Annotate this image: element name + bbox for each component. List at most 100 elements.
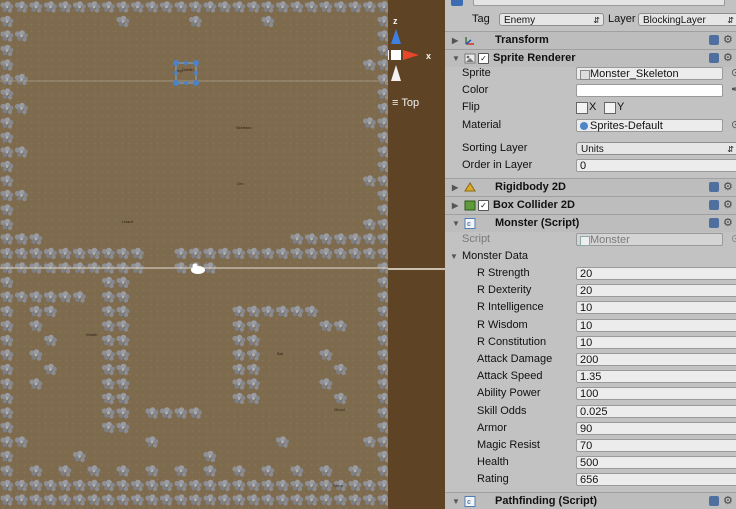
sprite-field[interactable]: Monster_Skeleton — [576, 67, 723, 80]
monster-field-row: Ability Power 100 — [445, 385, 736, 402]
monster-field-input[interactable]: 200 — [576, 353, 736, 366]
rock-tile — [72, 247, 86, 260]
collapse-triangle-icon[interactable]: ▶ — [452, 197, 458, 214]
color-swatch[interactable] — [576, 84, 723, 97]
help-book-icon[interactable] — [709, 35, 719, 45]
rock-tile — [0, 175, 14, 187]
rock-tile — [29, 320, 43, 332]
help-book-icon[interactable] — [709, 200, 719, 210]
monster-field-label: R Dexterity — [477, 284, 532, 297]
box-collider-enabled-checkbox[interactable]: ✓ — [478, 200, 489, 211]
expand-triangle-icon[interactable]: ▼ — [452, 215, 460, 232]
rock-tile — [319, 1, 333, 13]
rock-tile — [261, 305, 275, 318]
gear-icon[interactable]: ⚙ — [723, 32, 733, 49]
rock-tile — [304, 479, 318, 492]
rock-tile — [14, 30, 28, 42]
rock-tile — [116, 479, 130, 492]
rock-tile — [14, 146, 28, 158]
object-picker-icon[interactable]: ⊙ — [731, 65, 736, 82]
expand-triangle-icon[interactable]: ▼ — [450, 248, 458, 265]
orientation-gizmo[interactable]: z x — [388, 0, 445, 100]
monster-field-input[interactable]: 0.025 — [576, 404, 736, 418]
rock-tile — [362, 436, 376, 448]
material-asset-icon — [580, 122, 588, 130]
rock-tile — [58, 494, 72, 506]
rock-tile — [319, 479, 333, 492]
monster-field-input[interactable]: 20 — [576, 267, 736, 280]
material-row: Material Sprites-Default ⊙ — [445, 117, 736, 134]
help-book-icon[interactable] — [709, 496, 719, 506]
scene-view[interactable]: Goblin Skeleton Orc Lizard Wraith Bat Ghoul Sli… — [0, 0, 388, 509]
transform-component-header[interactable]: ▶ Transform ⚙ — [445, 31, 736, 49]
rock-tile — [116, 320, 130, 332]
axis-z-arrow-icon — [391, 29, 401, 44]
flip-x-checkbox[interactable] — [576, 102, 588, 114]
layer-dropdown[interactable]: BlockingLayer ⇵ — [638, 13, 736, 26]
rock-tile — [130, 247, 144, 260]
rock-tile — [217, 247, 231, 260]
monster-field-label: Magic Resist — [477, 439, 540, 451]
rock-tile — [174, 494, 188, 506]
monster-script-component-header[interactable]: ▼ c Monster (Script) ⚙ — [445, 214, 736, 232]
monster-field-input[interactable]: 10 — [576, 318, 736, 332]
rock-tile — [362, 59, 376, 71]
gear-icon[interactable]: ⚙ — [723, 179, 733, 196]
rock-tile — [0, 392, 14, 405]
monster-data-foldout[interactable]: ▼ Monster Data — [445, 248, 736, 265]
gameobject-icon — [451, 0, 463, 6]
help-book-icon[interactable] — [709, 182, 719, 192]
rock-tiles — [0, 1, 388, 506]
order-in-layer-field[interactable]: 0 — [576, 159, 736, 172]
rock-tile — [246, 320, 260, 332]
pathfinding-script-component-header[interactable]: ▼ c Pathfinding (Script) ⚙ — [445, 492, 736, 509]
rock-tile — [348, 247, 362, 260]
name-field[interactable] — [473, 0, 725, 6]
rigidbody-2d-component-header[interactable]: ▶ Rigidbody 2D ⚙ — [445, 178, 736, 196]
collapse-triangle-icon[interactable]: ▶ — [452, 179, 458, 196]
rock-tile — [0, 233, 14, 245]
rock-tile — [217, 479, 231, 492]
rock-tile — [333, 320, 347, 332]
monster-field-row: Health 500 — [445, 454, 736, 471]
object-picker-icon[interactable]: ⊙ — [731, 117, 736, 134]
help-book-icon[interactable] — [709, 53, 719, 63]
help-book-icon[interactable] — [709, 218, 719, 228]
box-collider-2d-component-header[interactable]: ▶ ✓ Box Collider 2D ⚙ — [445, 196, 736, 214]
gear-icon[interactable]: ⚙ — [723, 215, 733, 232]
flip-y-checkbox[interactable] — [604, 102, 616, 114]
monster-field-input[interactable]: 20 — [576, 284, 736, 298]
sorting-layer-dropdown[interactable]: Units ⇵ — [576, 142, 736, 155]
rock-tile — [203, 247, 217, 260]
eyedropper-icon[interactable]: ✒ — [731, 82, 736, 99]
rock-tile — [377, 189, 388, 202]
collapse-triangle-icon[interactable]: ▶ — [452, 32, 458, 49]
selection-bounds[interactable] — [173, 60, 199, 86]
expand-triangle-icon[interactable]: ▼ — [452, 493, 460, 509]
rock-tile — [275, 494, 289, 506]
material-field[interactable]: Sprites-Default — [576, 119, 723, 132]
view-mode-label[interactable]: ≡ Top — [392, 97, 419, 109]
monster-field-input[interactable]: 500 — [576, 456, 736, 470]
rock-tile — [0, 247, 14, 260]
rock-tile — [377, 450, 388, 463]
rock-tile — [362, 117, 376, 129]
gear-icon[interactable]: ⚙ — [723, 197, 733, 214]
rock-tile — [246, 305, 260, 318]
rock-tile — [275, 436, 289, 448]
tag-dropdown[interactable]: Enemy ⇵ — [499, 13, 604, 26]
gear-icon[interactable]: ⚙ — [723, 493, 733, 509]
monster-field-input[interactable]: 70 — [576, 439, 736, 452]
rock-tile — [43, 247, 57, 260]
rock-tile — [101, 363, 115, 376]
monster-field-input[interactable]: 1.35 — [576, 370, 736, 384]
monster-field-input[interactable]: 10 — [576, 335, 736, 349]
sprite-renderer-enabled-checkbox[interactable]: ✓ — [478, 53, 489, 64]
rock-tile — [0, 291, 14, 303]
monster-field-input[interactable]: 10 — [576, 301, 736, 315]
rock-tile — [377, 494, 388, 506]
monster-field-input[interactable]: 100 — [576, 387, 736, 401]
monster-field-input[interactable]: 656 — [576, 473, 736, 487]
rock-tile — [145, 494, 159, 506]
monster-field-input[interactable]: 90 — [576, 421, 736, 435]
